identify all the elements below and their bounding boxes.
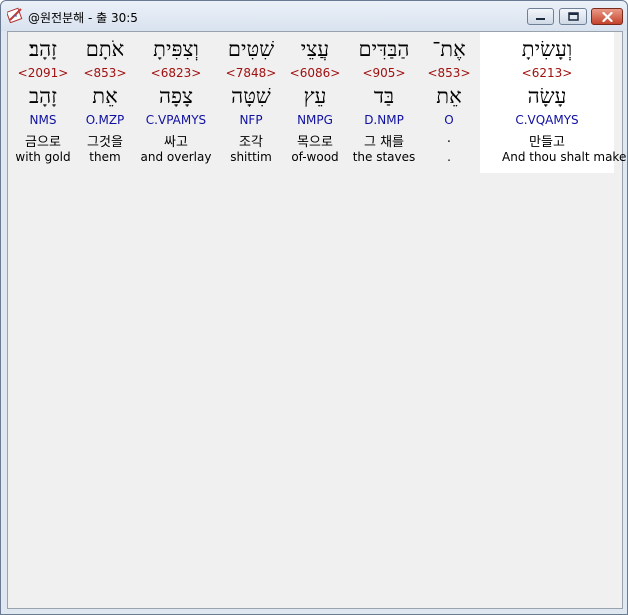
hebrew-word: זָהָב׃ bbox=[28, 37, 58, 61]
strong-number[interactable]: <2091> bbox=[0, 66, 88, 80]
maximize-icon bbox=[567, 12, 579, 21]
bottom-border bbox=[7, 609, 623, 614]
hebrew-word: וְעָשִׂיתָ bbox=[521, 37, 573, 61]
minimize-button[interactable] bbox=[527, 8, 554, 25]
morph-code: NMS bbox=[29, 113, 57, 127]
minimize-icon bbox=[536, 17, 545, 20]
korean-gloss: 금으로 bbox=[25, 135, 61, 150]
window-title: @원전분해 - 출 30:5 bbox=[28, 11, 138, 25]
close-icon bbox=[601, 11, 613, 22]
close-button[interactable] bbox=[591, 8, 623, 25]
english-gloss: And thou shalt make bbox=[502, 150, 627, 164]
strong-number[interactable]: <6213> bbox=[502, 66, 592, 80]
korean-gloss: 만들고 bbox=[529, 135, 565, 150]
title-bar[interactable]: @원전분해 - 출 30:5 bbox=[1, 1, 627, 31]
english-gloss: with gold bbox=[15, 150, 71, 164]
morph-code: C.VQAMYS bbox=[515, 113, 579, 127]
maximize-button[interactable] bbox=[559, 8, 587, 25]
app-icon bbox=[7, 7, 23, 23]
interlinear-panel: וְעָשִׂיתָ <6213> עָשָׂה C.VQAMYS 만들고 An… bbox=[7, 31, 627, 609]
hebrew-lemma: זָהָב bbox=[28, 84, 58, 108]
hebrew-lemma: עָשָׂה bbox=[527, 84, 567, 108]
app-window: @원전분해 - 출 30:5 וְעָשִׂיתָ <6213> עָשָׂה … bbox=[0, 0, 628, 615]
